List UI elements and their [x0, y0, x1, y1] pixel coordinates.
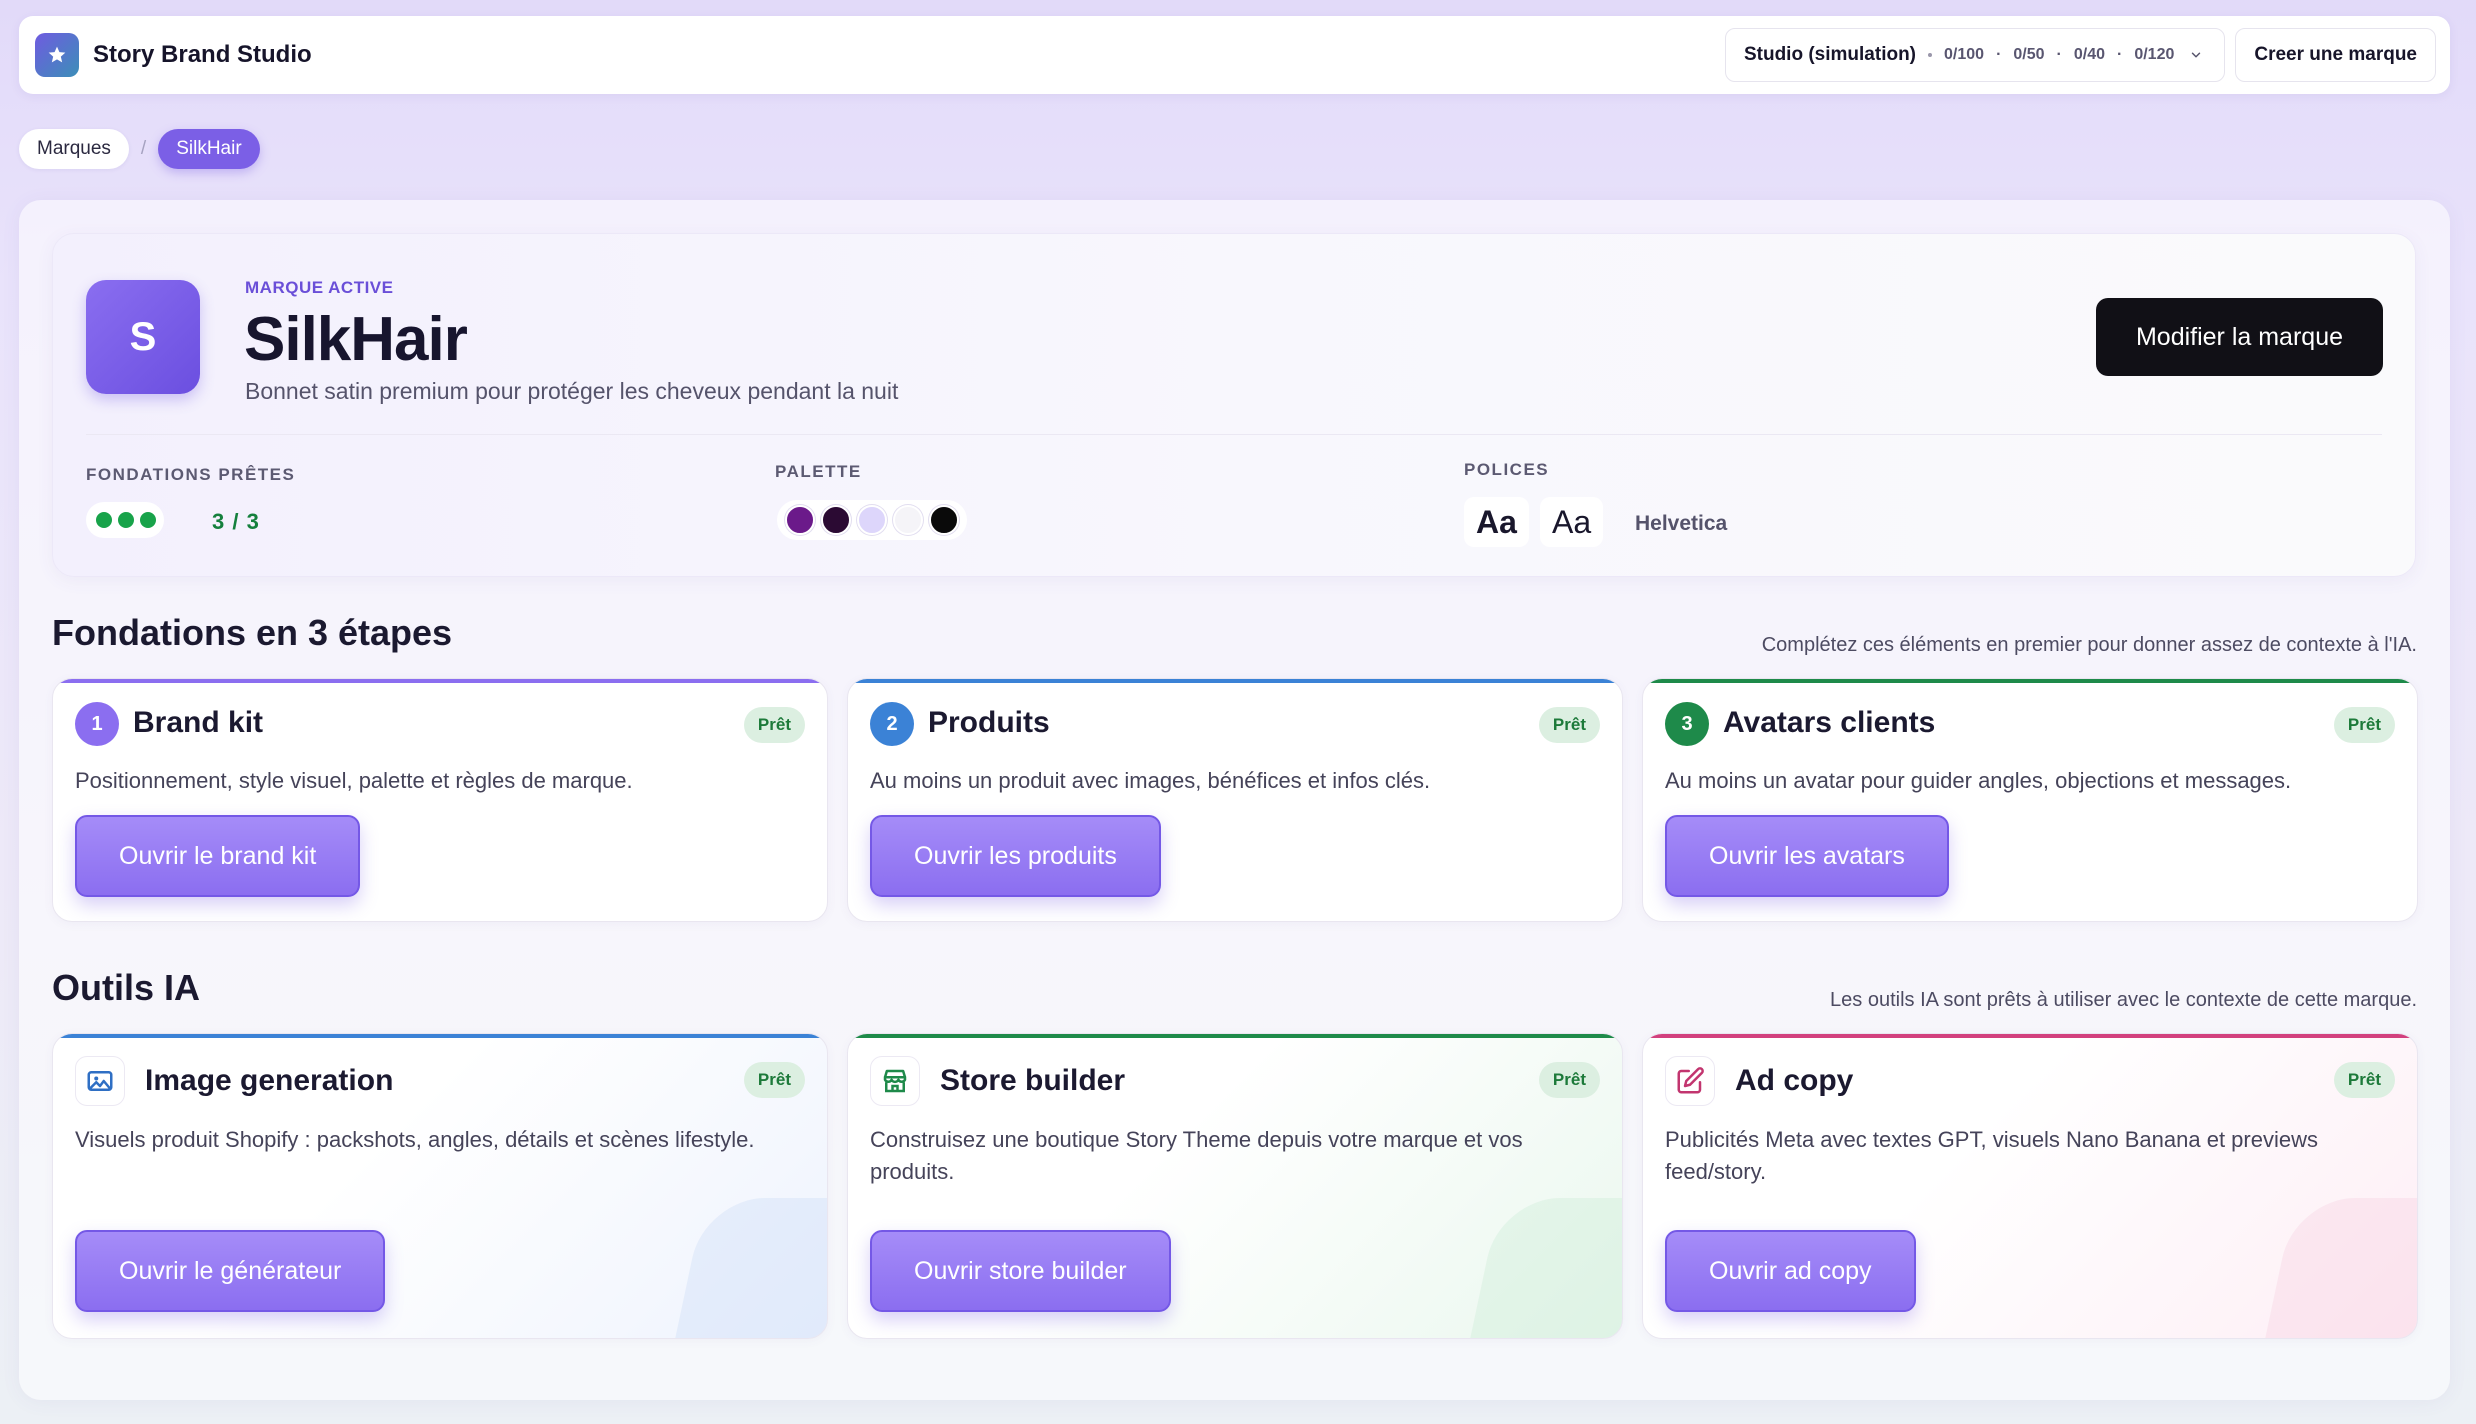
status-badge: Prêt: [2333, 707, 2395, 743]
image-icon: [75, 1056, 125, 1106]
plan-usage-avatars: 0/40: [2073, 46, 2105, 63]
top-bar: Story Brand Studio Studio (simulation) 0…: [19, 16, 2450, 94]
breadcrumb-item-brands[interactable]: Marques: [19, 129, 129, 169]
font-sample-heading: Aa: [1464, 497, 1529, 547]
step-number-badge: 2: [870, 702, 914, 746]
plan-usage-separator: ·: [1996, 46, 2002, 63]
open-ad-copy-button[interactable]: Ouvrir ad copy: [1665, 1230, 1916, 1312]
plan-name: Studio (simulation): [1743, 44, 1917, 65]
store-icon: [870, 1056, 920, 1106]
edit-brand-button[interactable]: Modifier la marque: [2095, 298, 2383, 376]
card-title: Image generation: [145, 1064, 394, 1097]
foundations-count: 3 / 3: [212, 509, 260, 534]
card-description: Construisez une boutique Story Theme dep…: [870, 1127, 1523, 1184]
color-swatch: [821, 505, 851, 535]
decorative-wave: [1463, 1198, 1622, 1338]
open-store-builder-button[interactable]: Ouvrir store builder: [870, 1230, 1171, 1312]
tools-subtitle: Les outils IA sont prêts à utiliser avec…: [1830, 989, 2417, 1011]
chevron-down-icon: [2186, 45, 2206, 65]
palette-label: PALETTE: [775, 462, 862, 481]
brand-avatar: S: [86, 280, 200, 394]
step-number-badge: 3: [1665, 702, 1709, 746]
status-badge: Prêt: [743, 1062, 805, 1098]
card-description: Positionnement, style visuel, palette et…: [75, 768, 633, 793]
status-badge: Prêt: [1538, 707, 1600, 743]
card-title: Brand kit: [133, 706, 264, 739]
foundations-title: Fondations en 3 étapes: [52, 612, 453, 653]
card-accent-bar: [53, 679, 827, 683]
tool-card-store-builder: Store builder Prêt Construisez une bouti…: [847, 1033, 1623, 1339]
status-badge: Prêt: [1538, 1062, 1600, 1098]
card-description: Au moins un produit avec images, bénéfic…: [870, 768, 1431, 793]
plan-selector[interactable]: Studio (simulation) 0/100 · 0/50 · 0/40 …: [1724, 28, 2226, 82]
plan-usage-separator: ·: [2056, 46, 2062, 63]
card-title: Avatars clients: [1723, 706, 1936, 739]
separator-dot: [1928, 53, 1933, 57]
plan-usage-separator: ·: [2117, 46, 2123, 63]
foundation-card-products: 2 Produits Prêt Au moins un produit avec…: [847, 678, 1623, 922]
star-icon: [35, 33, 79, 77]
tool-card-ad-copy: Ad copy Prêt Publicités Meta avec textes…: [1642, 1033, 2418, 1339]
main-panel: S MARQUE ACTIVE SilkHair Bonnet satin pr…: [19, 200, 2450, 1400]
app-title: Story Brand Studio: [93, 41, 312, 68]
color-swatch: [857, 505, 887, 535]
card-accent-bar: [848, 679, 1622, 683]
foundation-card-brand-kit: 1 Brand kit Prêt Positionnement, style v…: [52, 678, 828, 922]
decorative-wave: [668, 1198, 827, 1338]
card-accent-bar: [53, 1034, 827, 1038]
card-description: Au moins un avatar pour guider angles, o…: [1665, 768, 2292, 793]
card-accent-bar: [1643, 679, 2417, 683]
foundations-ready-label: FONDATIONS PRÊTES: [86, 465, 296, 484]
create-brand-button[interactable]: Creer une marque: [2235, 28, 2436, 82]
card-accent-bar: [1643, 1034, 2417, 1038]
color-swatch: [785, 505, 815, 535]
divider: [86, 434, 2382, 435]
progress-dot: [118, 512, 134, 528]
card-title: Produits: [928, 706, 1050, 739]
color-swatch: [929, 505, 959, 535]
breadcrumb: Marques / SilkHair: [19, 129, 260, 169]
font-sample-body: Aa: [1540, 497, 1604, 547]
plan-usage-products: 0/50: [2013, 46, 2045, 63]
tools-title: Outils IA: [52, 967, 201, 1008]
edit-icon: [1665, 1056, 1715, 1106]
decorative-wave: [2258, 1198, 2417, 1338]
font-name: Helvetica: [1635, 512, 1728, 535]
card-description: Publicités Meta avec textes GPT, visuels…: [1665, 1127, 2318, 1184]
foundations-progress-dots: [86, 502, 164, 538]
brand-name: SilkHair: [244, 305, 468, 374]
tool-card-image-generation: Image generation Prêt Visuels produit Sh…: [52, 1033, 828, 1339]
open-products-button[interactable]: Ouvrir les produits: [870, 815, 1161, 897]
color-swatch: [893, 505, 923, 535]
card-description: Visuels produit Shopify : packshots, ang…: [75, 1127, 755, 1152]
step-number-badge: 1: [75, 702, 119, 746]
palette-swatches: [777, 500, 967, 540]
card-title: Store builder: [940, 1064, 1126, 1097]
breadcrumb-separator: /: [140, 138, 147, 159]
open-image-generator-button[interactable]: Ouvrir le générateur: [75, 1230, 386, 1312]
open-avatars-button[interactable]: Ouvrir les avatars: [1665, 815, 1949, 897]
plan-usage-images: 0/100: [1944, 46, 1985, 63]
active-brand-card: S MARQUE ACTIVE SilkHair Bonnet satin pr…: [52, 233, 2416, 577]
foundation-card-avatars: 3 Avatars clients Prêt Au moins un avata…: [1642, 678, 2418, 922]
plan-usage-ads: 0/120: [2134, 46, 2175, 63]
brand-kicker: MARQUE ACTIVE: [245, 278, 394, 297]
status-badge: Prêt: [2333, 1062, 2395, 1098]
card-title: Ad copy: [1735, 1064, 1854, 1097]
status-badge: Prêt: [743, 707, 805, 743]
breadcrumb-item-current[interactable]: SilkHair: [158, 129, 260, 169]
open-brand-kit-button[interactable]: Ouvrir le brand kit: [75, 815, 361, 897]
foundations-subtitle: Complétez ces éléments en premier pour d…: [1761, 634, 2417, 656]
card-accent-bar: [848, 1034, 1622, 1038]
progress-dot: [140, 512, 156, 528]
brand-tagline: Bonnet satin premium pour protéger les c…: [245, 378, 899, 404]
progress-dot: [96, 512, 112, 528]
fonts-label: POLICES: [1464, 460, 1550, 479]
